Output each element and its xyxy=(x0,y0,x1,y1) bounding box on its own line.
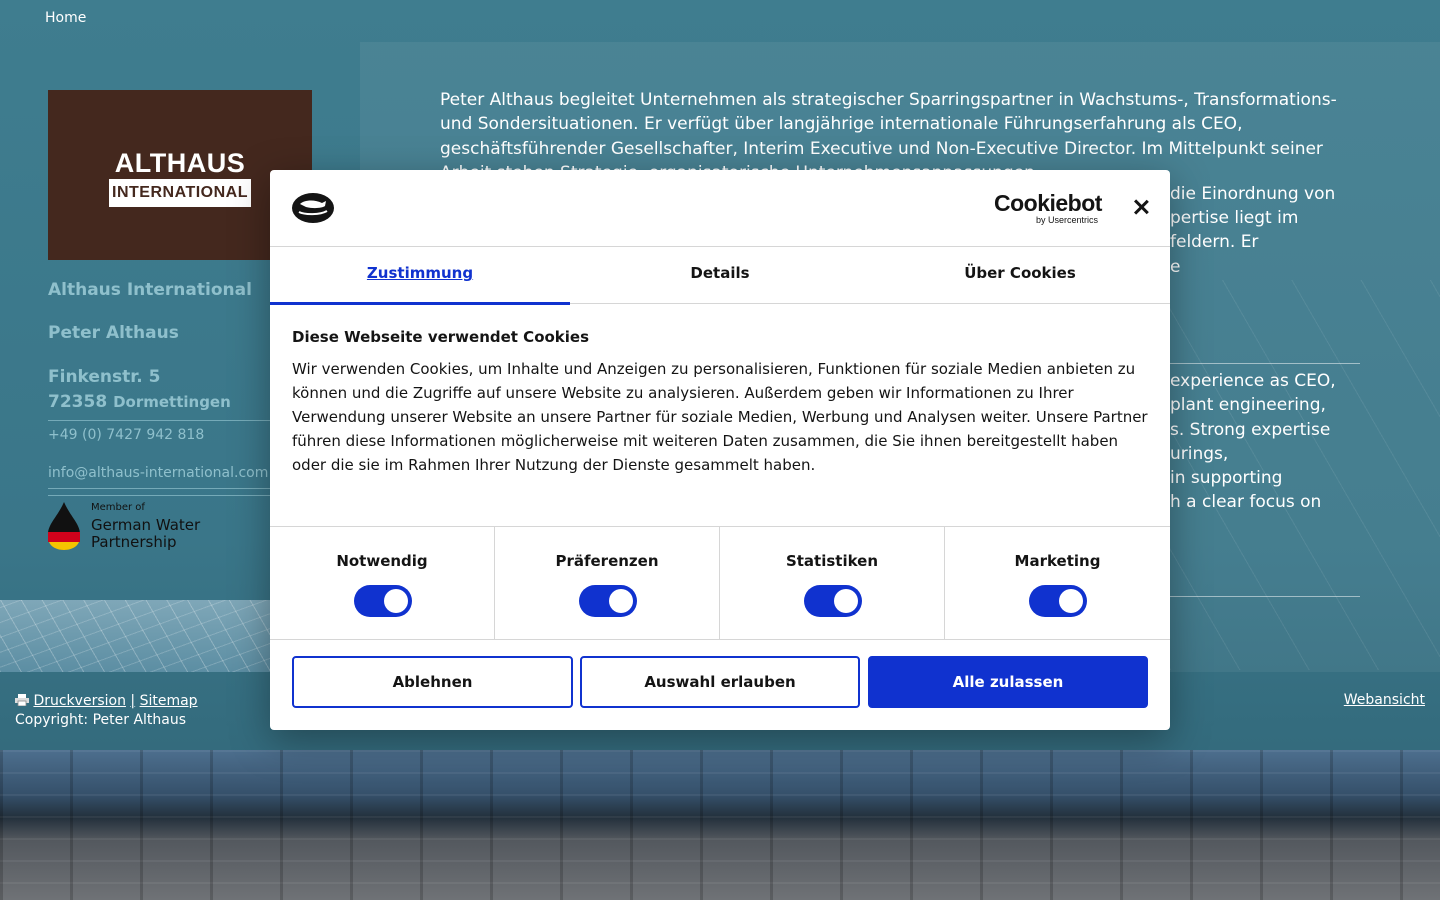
tab-details[interactable]: Details xyxy=(570,247,870,304)
toggle-label: Statistiken xyxy=(785,552,879,570)
marketing-switch[interactable] xyxy=(1029,585,1087,617)
necessary-switch[interactable] xyxy=(354,585,412,617)
close-icon[interactable] xyxy=(1128,194,1154,220)
preferences-switch[interactable] xyxy=(579,585,637,617)
cookiebot-wordmark: Cookiebot xyxy=(994,190,1102,216)
tab-label: Über Cookies xyxy=(964,264,1076,282)
consent-toggles: Notwendig Präferenzen Statistiken Market… xyxy=(270,526,1170,640)
toggle-necessary: Notwendig xyxy=(270,527,495,640)
toggle-label: Notwendig xyxy=(336,552,428,570)
tab-ueber-cookies[interactable]: Über Cookies xyxy=(870,247,1170,304)
dialog-header: Cookiebot by Usercentrics xyxy=(270,170,1170,247)
website-logo-icon xyxy=(292,193,334,223)
toggle-statistics: Statistiken xyxy=(720,527,945,640)
toggle-marketing: Marketing xyxy=(945,527,1170,640)
tab-label: Zustimmung xyxy=(366,264,474,282)
cookiebot-subline: by Usercentrics xyxy=(1035,215,1098,225)
toggle-label: Marketing xyxy=(1014,552,1101,570)
allow-selection-button[interactable]: Auswahl erlauben xyxy=(580,656,860,708)
cookiebot-logo[interactable]: Cookiebot by Usercentrics xyxy=(994,190,1102,225)
dialog-heading: Diese Webseite verwendet Cookies xyxy=(292,328,590,346)
dialog-description: Wir verwenden Cookies, um Inhalte und An… xyxy=(292,360,1148,474)
cookie-consent-dialog: Cookiebot by Usercentrics Zustimmung Det… xyxy=(270,170,1170,730)
dialog-tabs: Zustimmung Details Über Cookies xyxy=(270,247,1170,305)
allow-all-button[interactable]: Alle zulassen xyxy=(868,656,1148,708)
toggle-label: Präferenzen xyxy=(555,552,659,570)
toggle-preferences: Präferenzen xyxy=(495,527,720,640)
tab-zustimmung[interactable]: Zustimmung xyxy=(270,247,570,305)
decline-button[interactable]: Ablehnen xyxy=(292,656,573,708)
tab-label: Details xyxy=(690,264,750,282)
statistics-switch[interactable] xyxy=(804,585,862,617)
dialog-buttons: Ablehnen Auswahl erlauben Alle zulassen xyxy=(270,640,1170,730)
dialog-body: Diese Webseite verwendet Cookies Wir ver… xyxy=(292,328,1148,477)
